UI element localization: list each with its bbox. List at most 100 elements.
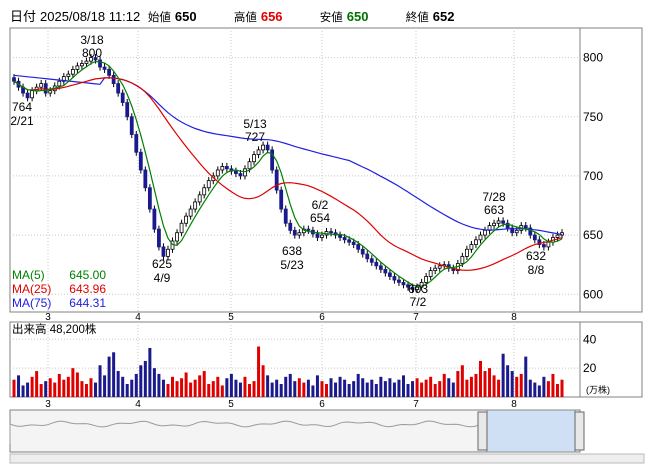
volume-bar	[379, 376, 383, 397]
candle-body	[116, 83, 121, 94]
candle-body	[193, 201, 198, 210]
volume-bar	[478, 360, 482, 397]
candle-body	[374, 261, 379, 267]
candle-body	[532, 234, 537, 241]
volume-bar	[112, 352, 116, 397]
candle-body	[523, 225, 528, 229]
candle-body	[234, 170, 238, 174]
volume-bar	[361, 378, 365, 397]
candle-body	[220, 166, 225, 171]
volume-bar	[121, 376, 125, 397]
volume-bar	[266, 375, 270, 397]
month-tick-label: 3	[45, 312, 51, 323]
volume-bar	[311, 385, 315, 397]
candle-body	[360, 248, 365, 255]
volume-bar	[53, 382, 57, 397]
volume-bar	[166, 384, 170, 397]
volume-bar	[469, 376, 473, 397]
candle-body	[161, 246, 166, 257]
volume-bar	[370, 379, 374, 397]
volume-bar	[388, 378, 392, 397]
candle-body	[102, 66, 107, 70]
volume-bar	[488, 368, 492, 397]
volume-bar	[383, 381, 387, 397]
volume-bar	[17, 375, 21, 397]
navigator-handle-left	[477, 411, 488, 451]
candle-body	[166, 248, 170, 257]
candle-body	[546, 241, 551, 248]
volume-bar	[447, 378, 451, 397]
candle-body	[315, 233, 320, 238]
volume-bar	[297, 378, 301, 397]
annotation-price: 663	[484, 203, 504, 217]
volume-bar	[497, 379, 501, 397]
candle-body	[25, 92, 30, 99]
candle-body	[338, 234, 342, 238]
candle-body	[206, 180, 211, 189]
volume-bar	[451, 382, 455, 397]
ma-legend-value: 645.00	[69, 268, 106, 282]
candle-body	[66, 73, 71, 77]
volume-bar	[103, 375, 107, 397]
volume-bar	[98, 365, 102, 397]
annotation-date: 4/9	[154, 271, 171, 285]
volume-legend: 出来高 48,200株	[12, 322, 97, 336]
volume-bar	[492, 375, 496, 397]
candle-body	[107, 69, 112, 76]
volume-bar	[533, 382, 537, 397]
candle-body	[80, 63, 84, 67]
annotation-date: 7/28	[482, 190, 506, 204]
month-tick-label: 3	[45, 399, 51, 410]
volume-bar	[279, 384, 283, 397]
annotation-date: 5/23	[280, 258, 304, 272]
volume-bar	[234, 379, 238, 397]
candle-body	[188, 208, 193, 217]
volume-bar	[460, 365, 464, 397]
candle-body	[57, 80, 62, 87]
volume-bar	[12, 379, 16, 397]
volume-bar	[57, 373, 61, 397]
volume-bar	[424, 379, 428, 397]
volume-bar	[474, 373, 478, 397]
volume-bar	[519, 373, 523, 397]
volume-tick-label: 20	[583, 361, 597, 375]
candle-body	[238, 173, 243, 177]
chart-canvas[interactable]: 6006507007508003344556677883/188007642/2…	[0, 0, 653, 470]
volume-bar	[148, 347, 152, 397]
candle-body	[39, 83, 44, 88]
candle-body	[369, 258, 374, 263]
candle-body	[388, 272, 392, 277]
volume-bar	[62, 379, 66, 397]
candle-body	[261, 144, 265, 151]
candle-body	[75, 65, 80, 70]
volume-bar	[343, 379, 347, 397]
volume-bar	[238, 382, 242, 397]
annotation-price: 625	[152, 257, 172, 271]
candle-body	[70, 69, 75, 75]
candle-body	[292, 229, 297, 236]
volume-bar	[211, 381, 215, 397]
candle-body	[252, 154, 256, 163]
candle-body	[464, 248, 469, 257]
volume-bar	[30, 376, 34, 397]
volume-bar	[510, 371, 514, 397]
candle-body	[288, 222, 293, 231]
annotation-date: 5/13	[243, 117, 267, 131]
candle-body	[247, 161, 252, 170]
candle-body	[179, 222, 184, 234]
volume-bar	[125, 384, 129, 397]
volume-bar	[44, 381, 48, 397]
candle-body	[433, 267, 438, 271]
candle-body	[143, 169, 148, 189]
volume-bar	[152, 368, 156, 397]
volume-bar	[397, 379, 401, 397]
candle-body	[256, 149, 261, 156]
candle-body	[351, 241, 356, 245]
candle-body	[501, 220, 506, 224]
price-tick-label: 700	[583, 169, 603, 183]
candle-body	[401, 282, 406, 286]
month-tick-label: 4	[135, 399, 141, 410]
volume-bar	[465, 379, 469, 397]
candle-body	[224, 166, 229, 170]
volume-bar	[293, 381, 297, 397]
